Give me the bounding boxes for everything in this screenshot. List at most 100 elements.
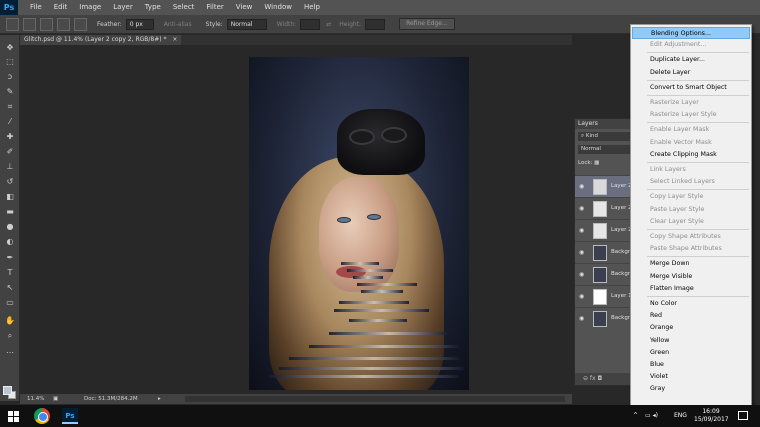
menu-item-red[interactable]: Red xyxy=(632,310,750,322)
doc-size-info[interactable]: Doc: 51.3M/284.2M xyxy=(84,394,138,404)
menu-item-merge-visible[interactable]: Merge Visible xyxy=(632,271,750,283)
windows-start-icon[interactable] xyxy=(8,411,19,422)
menu-item-merge-down[interactable]: Merge Down xyxy=(632,258,750,270)
visibility-eye-icon[interactable]: ◉ xyxy=(579,249,584,256)
layer-row[interactable]: ◉ Layer 2 ... xyxy=(575,219,639,241)
layer-row[interactable]: ◉ Backgro... xyxy=(575,263,639,285)
layer-kind-filter[interactable]: ⌕ Kind xyxy=(578,132,630,141)
layer-thumbnail xyxy=(593,201,607,217)
marquee-tool-icon[interactable]: ⬚ xyxy=(5,57,15,67)
intersect-selection-button[interactable] xyxy=(74,17,87,31)
menu-help[interactable]: Help xyxy=(298,0,326,15)
menu-item-orange[interactable]: Orange xyxy=(632,322,750,334)
layer-row[interactable]: ◉ Layer 2 ... xyxy=(575,197,639,219)
menu-item-yellow[interactable]: Yellow xyxy=(632,335,750,347)
layers-footer-icons[interactable]: ⊖ fx ◘ xyxy=(583,375,602,382)
menu-type[interactable]: Type xyxy=(139,0,167,15)
document-canvas-image[interactable] xyxy=(249,57,469,390)
menu-item-convert-to-smart-object[interactable]: Convert to Smart Object xyxy=(632,82,750,94)
shape-tool-icon[interactable]: ▭ xyxy=(5,298,15,308)
new-selection-button[interactable] xyxy=(23,17,36,31)
feather-input[interactable]: 0 px xyxy=(125,18,154,30)
menu-edit[interactable]: Edit xyxy=(48,0,74,15)
visibility-eye-icon[interactable]: ◉ xyxy=(579,183,584,190)
layers-tab[interactable]: Layers xyxy=(575,119,635,129)
visibility-eye-icon[interactable]: ◉ xyxy=(579,271,584,278)
zoom-tool-icon[interactable]: ⌕ xyxy=(5,331,15,341)
canvas-area[interactable] xyxy=(20,45,572,393)
menu-item-violet[interactable]: Violet xyxy=(632,371,750,383)
crop-tool-icon[interactable]: ⌗ xyxy=(5,102,15,112)
subtract-selection-button[interactable] xyxy=(57,17,70,31)
swap-icon[interactable]: ⇄ xyxy=(326,21,331,28)
document-tab[interactable]: Glitch.psd @ 11.4% (Layer 2 copy 2, RGB/… xyxy=(20,35,182,45)
menu-file[interactable]: File xyxy=(24,0,48,15)
visibility-eye-icon[interactable]: ◉ xyxy=(579,205,584,212)
refine-edge-button[interactable]: Refine Edge... xyxy=(399,18,455,30)
lock-label: Lock: xyxy=(578,160,593,166)
pen-tool-icon[interactable]: ✒ xyxy=(5,253,15,263)
type-tool-icon[interactable]: T xyxy=(5,268,15,278)
menu-item-flatten-image[interactable]: Flatten Image xyxy=(632,283,750,295)
language-indicator[interactable]: ENG xyxy=(674,405,687,427)
menu-filter[interactable]: Filter xyxy=(200,0,229,15)
menu-item-green[interactable]: Green xyxy=(632,347,750,359)
dodge-tool-icon[interactable]: ◐ xyxy=(5,237,15,247)
visibility-eye-icon[interactable]: ◉ xyxy=(579,293,584,300)
eraser-tool-icon[interactable]: ◧ xyxy=(5,192,15,202)
layer-row[interactable]: ◉ Layer 1 xyxy=(575,285,635,307)
more-tools-icon[interactable]: … xyxy=(5,346,15,356)
quick-select-tool-icon[interactable]: ✎ xyxy=(5,87,15,97)
foreground-color-swatch[interactable] xyxy=(3,386,12,395)
menu-item-delete-layer[interactable]: Delete Layer xyxy=(632,67,750,79)
gradient-tool-icon[interactable]: ▬ xyxy=(5,207,15,217)
tray-overflow-icon[interactable]: ^ xyxy=(633,405,638,427)
height-input[interactable] xyxy=(365,18,386,30)
horizontal-scrollbar[interactable] xyxy=(185,396,565,402)
clock[interactable]: 16:09 15/09/2017 xyxy=(694,408,729,424)
layer-row[interactable]: ◉ Layer 2 ... xyxy=(575,175,639,197)
add-selection-button[interactable] xyxy=(40,17,53,31)
visibility-eye-icon[interactable]: ◉ xyxy=(579,227,584,234)
move-tool-icon[interactable]: ✥ xyxy=(5,43,15,53)
menu-item-blending-options[interactable]: Blending Options... xyxy=(632,27,750,39)
menu-separator xyxy=(647,122,749,124)
antialias-checkbox[interactable]: Anti-alias xyxy=(164,21,192,28)
menu-window[interactable]: Window xyxy=(258,0,298,15)
zoom-level[interactable]: 11.4% xyxy=(27,394,44,404)
history-brush-tool-icon[interactable]: ↺ xyxy=(5,177,15,187)
menu-item-create-clipping-mask[interactable]: Create Clipping Mask xyxy=(632,149,750,161)
lock-transparency-icon[interactable]: ▦ xyxy=(594,160,599,166)
blur-tool-icon[interactable]: ● xyxy=(5,222,15,232)
chrome-taskbar-icon[interactable] xyxy=(34,408,50,424)
menu-image[interactable]: Image xyxy=(73,0,107,15)
notification-icon[interactable] xyxy=(738,411,748,420)
menu-view[interactable]: View xyxy=(230,0,259,15)
hand-tool-icon[interactable]: ✋ xyxy=(5,316,15,326)
menu-select[interactable]: Select xyxy=(167,0,201,15)
menu-item-duplicate-layer[interactable]: Duplicate Layer... xyxy=(632,54,750,66)
photoshop-taskbar-icon[interactable]: Ps xyxy=(62,408,78,424)
path-selection-tool-icon[interactable]: ↖ xyxy=(5,283,15,293)
blend-mode-select[interactable]: Normal xyxy=(578,145,630,154)
brush-tool-icon[interactable]: ✐ xyxy=(5,147,15,157)
visibility-eye-icon[interactable]: ◉ xyxy=(579,315,584,322)
menu-layer[interactable]: Layer xyxy=(107,0,139,15)
menu-items: File Edit Image Layer Type Select Filter View Wi… xyxy=(24,0,326,15)
lasso-tool-icon[interactable]: ↄ xyxy=(5,72,15,82)
status-icon[interactable]: ▣ xyxy=(53,394,58,404)
menu-item-no-color[interactable]: No Color xyxy=(632,298,750,310)
clone-stamp-tool-icon[interactable]: ⊥ xyxy=(5,162,15,172)
eyedropper-tool-icon[interactable]: ⁄ xyxy=(5,117,15,127)
menu-item-blue[interactable]: Blue xyxy=(632,359,750,371)
status-menu-arrow-icon[interactable]: ▸ xyxy=(158,394,161,404)
layer-row[interactable]: ◉ Backgro... xyxy=(575,307,639,329)
healing-brush-tool-icon[interactable]: ✚ xyxy=(5,132,15,142)
menu-item-gray[interactable]: Gray xyxy=(632,383,750,395)
width-input[interactable] xyxy=(300,18,321,30)
style-select[interactable]: Normal xyxy=(226,18,267,30)
marquee-tool-preset-button[interactable] xyxy=(6,17,19,31)
close-icon[interactable]: × xyxy=(172,36,177,43)
tray-icons[interactable]: ▭ ◂) xyxy=(645,405,658,427)
layer-row[interactable]: ◉ Backgro... xyxy=(575,241,639,263)
